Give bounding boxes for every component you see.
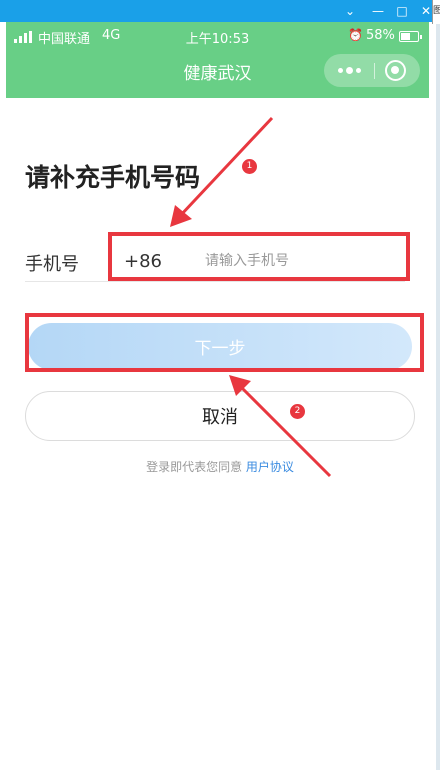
annotation-badge-2: 2 <box>290 404 305 419</box>
maximize-icon[interactable]: □ <box>394 3 410 19</box>
minimize-icon[interactable]: — <box>370 3 386 19</box>
form-heading: 请补充手机号码 <box>25 163 201 192</box>
edge-fragment: 图 <box>432 0 440 24</box>
annotation-box-phone <box>108 232 410 281</box>
capsule-divider <box>374 63 375 79</box>
target-close-icon[interactable] <box>385 60 406 81</box>
annotation-box-next <box>25 313 424 372</box>
annotation-arrows <box>170 116 332 478</box>
status-bar: 中国联通 4G 上午10:53 ⏰ 58% <box>6 22 429 50</box>
battery-percent: 58% <box>366 28 395 43</box>
more-dots-icon[interactable] <box>338 67 362 74</box>
app-header: 中国联通 4G 上午10:53 ⏰ 58% 健康武汉 <box>6 22 429 98</box>
cancel-button[interactable]: 取消 <box>25 391 415 441</box>
user-agreement-link[interactable]: 用户协议 <box>246 460 294 474</box>
desktop-edge <box>436 0 440 770</box>
annotation-badge-1: 1 <box>242 159 257 174</box>
battery-icon <box>399 31 422 42</box>
input-divider <box>25 281 405 282</box>
alarm-icon: ⏰ <box>348 28 363 42</box>
miniprogram-capsule <box>324 54 420 87</box>
chevron-down-icon[interactable]: ⌄ <box>342 3 358 19</box>
phone-label: 手机号 <box>25 254 79 275</box>
window-titlebar: ⌄ — □ ✕ <box>0 0 440 22</box>
agreement-prefix: 登录即代表您同意 <box>146 460 243 474</box>
agreement-text: 登录即代表您同意 用户协议 <box>0 458 440 475</box>
